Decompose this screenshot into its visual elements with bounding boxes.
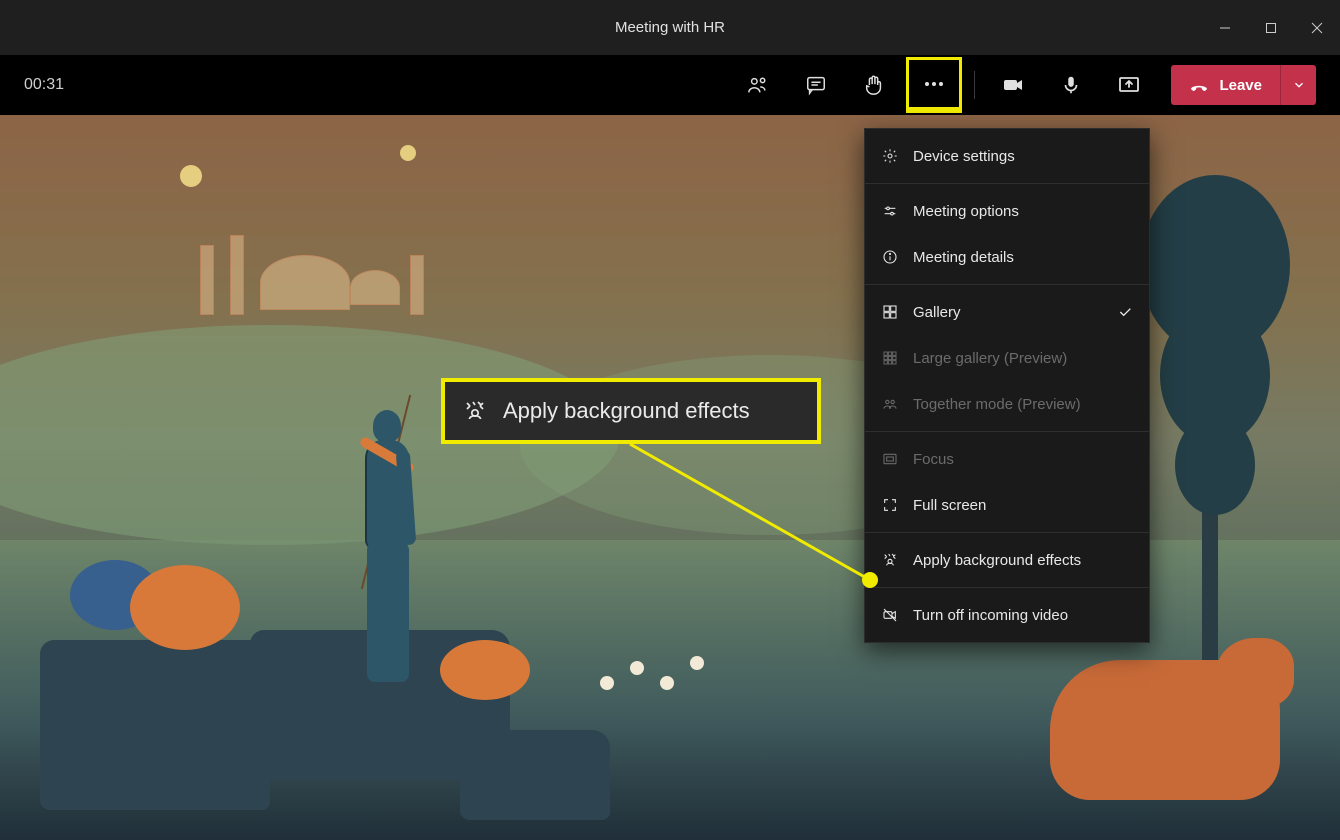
share-screen-button[interactable]	[1103, 61, 1155, 109]
focus-icon	[881, 451, 899, 467]
gallery-icon	[881, 304, 899, 320]
call-timer: 00:31	[24, 76, 64, 94]
character-figure	[355, 410, 425, 680]
leave-button[interactable]: Leave	[1171, 65, 1316, 105]
menu-large-gallery: Large gallery (Preview)	[865, 335, 1149, 381]
share-icon	[1117, 73, 1141, 97]
menu-label: Together mode (Preview)	[913, 396, 1081, 413]
menu-turn-off-incoming-video[interactable]: Turn off incoming video	[865, 592, 1149, 638]
menu-label: Large gallery (Preview)	[913, 350, 1067, 367]
annotation-dot	[862, 572, 878, 588]
menu-label: Device settings	[913, 148, 1015, 165]
camera-button[interactable]	[987, 61, 1039, 109]
menu-label: Gallery	[913, 304, 961, 321]
menu-label: Apply background effects	[913, 552, 1081, 569]
raise-hand-button[interactable]	[848, 61, 900, 109]
checkmark-icon	[1117, 304, 1133, 320]
chat-button[interactable]	[790, 61, 842, 109]
meeting-toolbar: 00:31 Leave	[0, 55, 1340, 115]
together-icon	[881, 396, 899, 412]
maximize-button[interactable]	[1248, 0, 1294, 55]
toolbar-divider	[974, 71, 975, 99]
menu-gallery[interactable]: Gallery	[865, 289, 1149, 335]
leave-label: Leave	[1219, 77, 1262, 94]
chevron-down-icon	[1292, 78, 1306, 92]
menu-device-settings[interactable]: Device settings	[865, 133, 1149, 179]
leave-chevron-button[interactable]	[1280, 65, 1316, 105]
hangup-icon	[1189, 75, 1209, 95]
background-effects-icon	[881, 552, 899, 568]
leave-main[interactable]: Leave	[1171, 75, 1280, 95]
menu-apply-background-effects[interactable]: Apply background effects	[865, 537, 1149, 583]
more-actions-menu: Device settings Meeting options Meeting …	[864, 128, 1150, 643]
window-title: Meeting with HR	[615, 19, 725, 36]
microphone-icon	[1060, 74, 1082, 96]
menu-label: Meeting options	[913, 203, 1019, 220]
sliders-icon	[881, 203, 899, 219]
menu-meeting-options[interactable]: Meeting options	[865, 188, 1149, 234]
more-actions-button[interactable]	[906, 57, 962, 113]
menu-focus: Focus	[865, 436, 1149, 482]
menu-full-screen[interactable]: Full screen	[865, 482, 1149, 528]
camera-icon	[1001, 73, 1025, 97]
menu-label: Focus	[913, 451, 954, 468]
menu-label: Full screen	[913, 497, 986, 514]
hand-icon	[863, 74, 885, 96]
info-icon	[881, 249, 899, 265]
callout-label: Apply background effects	[503, 398, 750, 424]
participants-button[interactable]	[732, 61, 784, 109]
menu-together-mode: Together mode (Preview)	[865, 381, 1149, 427]
annotation-callout: Apply background effects	[441, 378, 821, 444]
large-gallery-icon	[881, 350, 899, 366]
menu-meeting-details[interactable]: Meeting details	[865, 234, 1149, 280]
fullscreen-icon	[881, 497, 899, 513]
background-effects-icon	[463, 399, 487, 423]
more-icon	[922, 72, 946, 96]
microphone-button[interactable]	[1045, 61, 1097, 109]
menu-label: Turn off incoming video	[913, 607, 1068, 624]
title-bar: Meeting with HR	[0, 0, 1340, 55]
people-icon	[747, 74, 769, 96]
menu-label: Meeting details	[913, 249, 1014, 266]
gear-icon	[881, 148, 899, 164]
creature	[1050, 660, 1280, 800]
chat-icon	[805, 74, 827, 96]
video-off-icon	[881, 607, 899, 623]
window-controls	[1202, 0, 1340, 55]
close-button[interactable]	[1294, 0, 1340, 55]
minimize-button[interactable]	[1202, 0, 1248, 55]
